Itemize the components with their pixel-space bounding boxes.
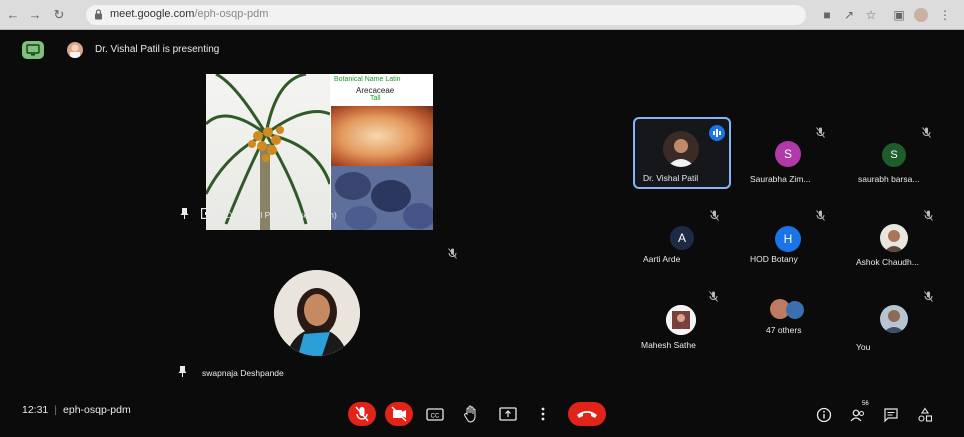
people-icon[interactable] (850, 407, 866, 423)
participant-initial-avatar: H (775, 226, 801, 252)
participant-initial-avatar: S (775, 141, 801, 167)
participant-name: Aarti Arde (643, 254, 681, 264)
presentation-slide[interactable]: Botanical Name Latin Arecaceae Tall (206, 74, 433, 230)
participant-tile-others[interactable]: 47 others (740, 285, 840, 355)
presenting-text: Dr. Vishal Patil is presenting (95, 44, 220, 55)
slide-title-line2: Arecaceae (356, 86, 395, 95)
speaking-indicator-icon (709, 125, 725, 141)
svg-text:CC: CC (431, 414, 440, 420)
participant-avatar (663, 131, 699, 167)
mic-off-icon (709, 291, 718, 302)
captions-button[interactable]: CC (424, 402, 446, 426)
mic-off-icon (710, 210, 719, 221)
mic-off-icon (924, 291, 933, 302)
participant-name: Ashok Chaudh... (856, 257, 919, 267)
palm-tree-image (206, 74, 332, 230)
participant-tile[interactable]: A Aarti Arde (633, 202, 731, 272)
camera-toggle-button[interactable] (385, 402, 413, 426)
participant-name: You (856, 342, 871, 352)
slide-title-line1: Botanical Name Latin (334, 76, 401, 83)
more-options-button[interactable] (534, 402, 552, 426)
participant-avatar (880, 305, 908, 333)
participant-name: Saurabha Zim... (750, 174, 811, 184)
participant-tile[interactable]: S saurabh barsa... (846, 117, 946, 189)
participant-initial-avatar: A (670, 226, 694, 250)
mic-off-icon (448, 248, 457, 259)
browser-toolbar: ← → ↻ meet.google.com/eph-osqp-pdm ■ ↗ ☆… (0, 0, 964, 30)
areca-nut-section-image (331, 106, 433, 166)
camera-off-icon (391, 406, 407, 422)
spotlight-name: swapnaja Deshpande (202, 368, 284, 378)
back-arrow-icon[interactable]: ← (6, 8, 20, 22)
slide-title-line3: Tall (370, 95, 381, 102)
meeting-info-icon[interactable] (816, 407, 832, 423)
participant-name: saurabh barsa... (858, 174, 920, 184)
participant-name: Mahesh Sathe (641, 340, 696, 350)
participant-avatar (666, 305, 696, 335)
areca-nuts-image (331, 166, 433, 230)
participant-initial-avatar: S (882, 143, 906, 167)
presentation-label: Dr. Vishal Patil (Presentation) (226, 210, 337, 220)
bookmark-star-icon[interactable]: ☆ (864, 8, 878, 22)
mic-off-icon (816, 210, 825, 221)
swapnaja-avatar (274, 270, 360, 356)
people-count-badge: 56 (862, 401, 869, 407)
share-icon[interactable]: ↗ (842, 8, 856, 22)
meeting-stage: Dr. Vishal Patil is presenting Botanical… (0, 30, 964, 437)
reload-icon[interactable]: ↻ (52, 8, 66, 22)
raise-hand-button[interactable] (460, 402, 482, 426)
mic-toggle-button[interactable] (348, 402, 376, 426)
others-count: 47 others (766, 325, 802, 335)
mic-off-icon (355, 406, 369, 422)
present-now-button[interactable] (497, 402, 519, 426)
participant-avatar (880, 224, 908, 252)
meeting-time-code: 12:31 | eph-osqp-pdm (22, 404, 131, 416)
pin-icon[interactable] (180, 208, 189, 219)
mic-off-icon (924, 210, 933, 221)
present-screen-icon (499, 407, 517, 421)
chat-icon[interactable] (883, 407, 899, 423)
participant-tile[interactable]: S Saurabha Zim... (740, 117, 840, 189)
participant-tile[interactable]: H HOD Botany (740, 202, 840, 272)
profile-avatar[interactable] (914, 8, 928, 22)
lock-icon (95, 9, 102, 20)
more-vert-icon (541, 407, 545, 421)
participant-tile[interactable]: Mahesh Sathe (633, 285, 731, 355)
participant-name: HOD Botany (750, 254, 798, 264)
url-text: meet.google.com/eph-osqp-pdm (110, 8, 269, 20)
present-screen-icon (26, 44, 40, 56)
leave-call-button[interactable] (568, 402, 606, 426)
participant-name: Dr. Vishal Patil (643, 173, 699, 183)
participant-tile[interactable]: Dr. Vishal Patil (633, 117, 731, 189)
presentation-screen-icon (201, 208, 213, 219)
menu-dots-icon[interactable]: ⋮ (938, 8, 952, 22)
end-call-icon (577, 411, 597, 418)
address-bar[interactable]: meet.google.com/eph-osqp-pdm (86, 5, 806, 25)
presentation-indicator[interactable] (22, 41, 44, 59)
activities-icon[interactable] (917, 407, 933, 423)
forward-arrow-icon[interactable]: → (28, 8, 42, 22)
presenter-avatar (67, 42, 83, 58)
camera-permission-icon[interactable]: ■ (820, 8, 834, 22)
mic-off-icon (922, 127, 931, 138)
participant-tile-self[interactable]: You (846, 285, 946, 355)
hand-icon (464, 405, 476, 423)
closed-captions-icon: CC (426, 408, 444, 421)
participant-avatar (786, 301, 804, 319)
side-panel-icon[interactable]: ▣ (892, 8, 906, 22)
participant-tile[interactable]: Ashok Chaudh... (846, 202, 946, 272)
mic-off-icon (816, 127, 825, 138)
pin-icon[interactable] (178, 366, 187, 377)
